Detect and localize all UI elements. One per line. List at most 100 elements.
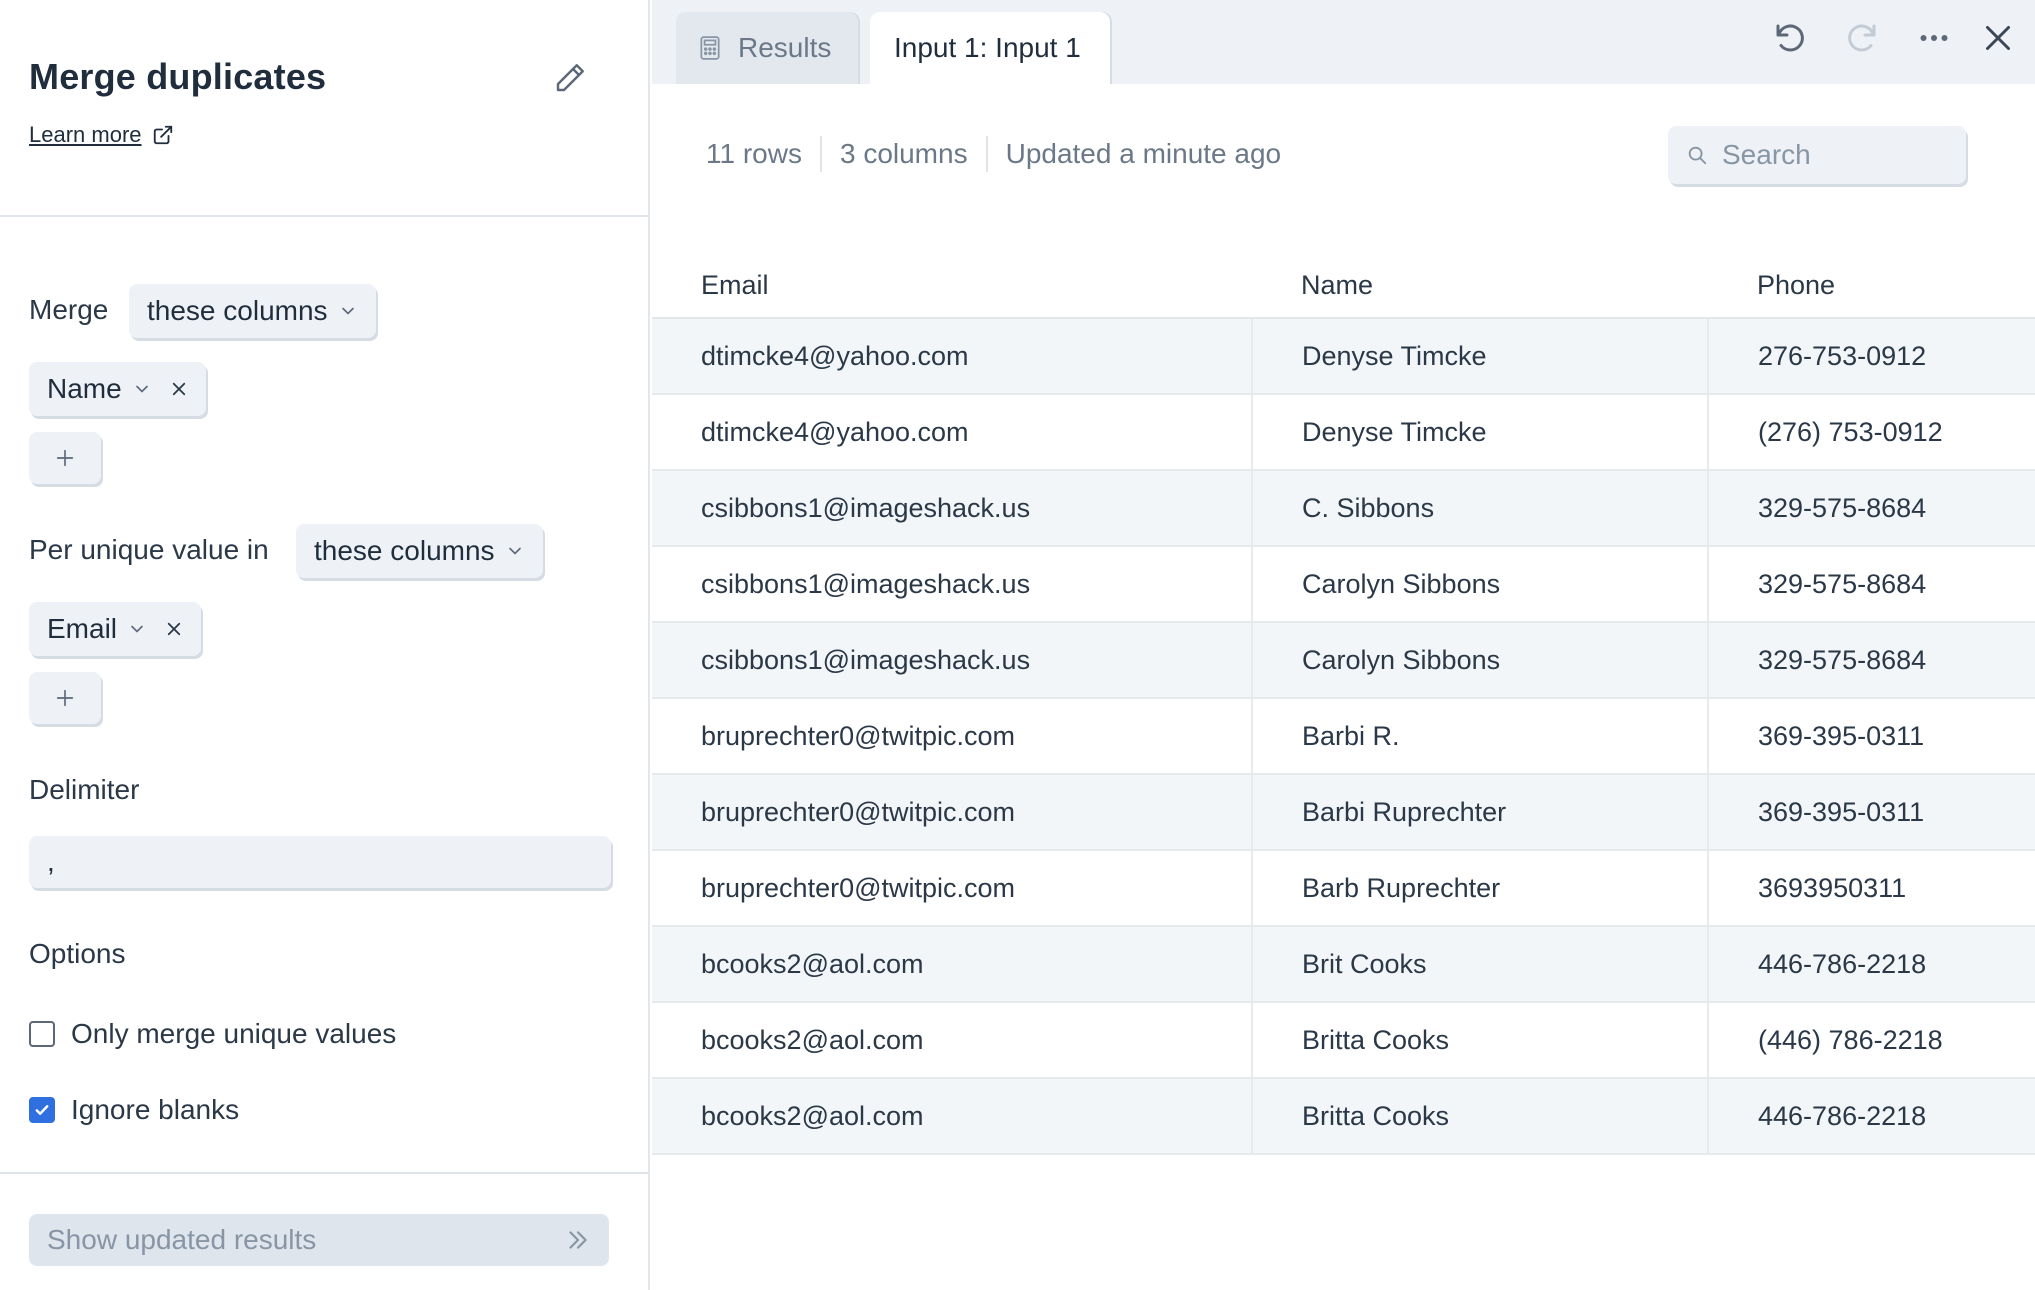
learn-more-label: Learn more: [29, 122, 142, 147]
chevron-down-icon: [135, 385, 148, 393]
per-unique-column-name: Email: [47, 613, 118, 644]
cell-name[interactable]: Britta Cooks: [1251, 1078, 1708, 1155]
option-only-merge-unique[interactable]: Only merge unique values: [29, 1018, 396, 1050]
merge-label: Merge: [29, 294, 109, 325]
delimiter-label: Delimiter: [29, 774, 140, 805]
cell-email[interactable]: dtimcke4@yahoo.com: [652, 318, 1252, 395]
per-unique-column-chip[interactable]: Email: [29, 602, 202, 656]
chevron-down-icon: [341, 307, 354, 315]
close-icon[interactable]: [1980, 20, 2016, 56]
cell-name[interactable]: Britta Cooks: [1251, 1002, 1708, 1079]
cell-phone[interactable]: 329-575-8684: [1707, 546, 2035, 623]
row-count: 11 rows: [706, 138, 802, 169]
cell-phone[interactable]: 446-786-2218: [1707, 926, 2035, 1003]
per-unique-label: Per unique value in: [29, 534, 269, 565]
cell-phone[interactable]: 446-786-2218: [1707, 1078, 2035, 1155]
cell-name[interactable]: Brit Cooks: [1251, 926, 1708, 1003]
cell-email[interactable]: csibbons1@imageshack.us: [652, 546, 1252, 623]
plus-icon: [56, 449, 74, 467]
option-label: Ignore blanks: [71, 1094, 240, 1125]
cell-phone[interactable]: 369-395-0311: [1707, 774, 2035, 851]
panel-header: Merge duplicates Learn more: [0, 0, 648, 217]
cell-name[interactable]: Denyse Timcke: [1251, 394, 1708, 471]
cell-phone[interactable]: (446) 786-2218: [1707, 1002, 2035, 1079]
cell-phone[interactable]: (276) 753-0912: [1707, 394, 2035, 471]
footer-divider: [0, 1172, 648, 1174]
tab-results[interactable]: Results: [676, 12, 858, 84]
cell-email[interactable]: bcooks2@aol.com: [652, 926, 1252, 1003]
divider: [985, 136, 988, 172]
remove-icon[interactable]: [165, 620, 183, 638]
per-unique-mode-value: these columns: [314, 535, 495, 566]
updated-time: Updated a minute ago: [1005, 138, 1282, 169]
table-row: bruprechter0@twitpic.com Barbi Ruprechte…: [652, 774, 2035, 851]
panel-title: Merge duplicates: [29, 56, 327, 97]
cell-name[interactable]: Barbi R.: [1251, 698, 1708, 775]
table-row: bruprechter0@twitpic.com Barbi R. 369-39…: [652, 698, 2035, 775]
data-view: Results Input 1: Input 1 11 rows 3 colum…: [652, 0, 2035, 1290]
cell-phone[interactable]: 3693950311: [1707, 850, 2035, 927]
learn-more-link[interactable]: Learn more: [29, 122, 174, 148]
column-header-email[interactable]: Email: [652, 254, 1252, 319]
search-input[interactable]: [1722, 139, 1962, 171]
delimiter-input[interactable]: [29, 836, 611, 888]
table-row: dtimcke4@yahoo.com Denyse Timcke (276) 7…: [652, 394, 2035, 471]
external-link-icon: [153, 125, 172, 145]
table-row: bcooks2@aol.com Britta Cooks 446-786-221…: [652, 1078, 2035, 1155]
tab-input-1[interactable]: Input 1: Input 1: [870, 12, 1110, 84]
cell-phone[interactable]: 329-575-8684: [1707, 470, 2035, 547]
per-unique-mode-dropdown[interactable]: these columns: [296, 524, 543, 578]
cell-name[interactable]: Barbi Ruprechter: [1251, 774, 1708, 851]
merge-column-name: Name: [47, 373, 122, 404]
cell-email[interactable]: bcooks2@aol.com: [652, 1002, 1252, 1079]
table-row: bcooks2@aol.com Britta Cooks (446) 786-2…: [652, 1002, 2035, 1079]
cell-email[interactable]: bruprechter0@twitpic.com: [652, 774, 1252, 851]
table-row: csibbons1@imageshack.us Carolyn Sibbons …: [652, 546, 2035, 623]
cell-phone[interactable]: 329-575-8684: [1707, 622, 2035, 699]
chevron-down-icon: [131, 625, 143, 633]
table-stats: 11 rows 3 columns Updated a minute ago: [706, 136, 1281, 172]
cell-email[interactable]: csibbons1@imageshack.us: [652, 470, 1252, 547]
config-panel: Merge duplicates Learn more Merge these …: [0, 0, 650, 1290]
undo-icon[interactable]: [1772, 20, 1808, 56]
search-icon: [1688, 146, 1707, 165]
option-ignore-blanks[interactable]: Ignore blanks: [29, 1094, 239, 1126]
chevron-down-icon: [508, 547, 521, 555]
pencil-icon[interactable]: [552, 60, 588, 96]
table-row: csibbons1@imageshack.us C. Sibbons 329-5…: [652, 470, 2035, 547]
cell-email[interactable]: bcooks2@aol.com: [652, 1078, 1252, 1155]
merge-mode-value: these columns: [147, 295, 328, 326]
table-row: bcooks2@aol.com Brit Cooks 446-786-2218: [652, 926, 2035, 1003]
table-header-row: Email Name Phone: [652, 254, 2035, 319]
show-results-label: Show updated results: [47, 1224, 317, 1255]
table-row: bruprechter0@twitpic.com Barb Ruprechter…: [652, 850, 2035, 927]
cell-email[interactable]: dtimcke4@yahoo.com: [652, 394, 1252, 471]
double-chevron-right-icon: [569, 1231, 587, 1249]
cell-email[interactable]: csibbons1@imageshack.us: [652, 622, 1252, 699]
cell-phone[interactable]: 369-395-0311: [1707, 698, 2035, 775]
show-updated-results-button[interactable]: Show updated results: [29, 1214, 609, 1266]
add-per-unique-column-button[interactable]: [29, 672, 101, 724]
remove-icon[interactable]: [170, 380, 188, 398]
merge-mode-dropdown[interactable]: these columns: [129, 284, 376, 338]
cell-name[interactable]: Denyse Timcke: [1251, 318, 1708, 395]
checkbox-unchecked[interactable]: [29, 1021, 55, 1047]
options-label: Options: [29, 938, 126, 969]
search-box[interactable]: [1668, 126, 1966, 184]
cell-name[interactable]: Carolyn Sibbons: [1251, 546, 1708, 623]
cell-email[interactable]: bruprechter0@twitpic.com: [652, 850, 1252, 927]
cell-name[interactable]: C. Sibbons: [1251, 470, 1708, 547]
column-header-name[interactable]: Name: [1252, 254, 1708, 319]
cell-email[interactable]: bruprechter0@twitpic.com: [652, 698, 1252, 775]
tab-bar: Results Input 1: Input 1: [652, 0, 2035, 84]
add-merge-column-button[interactable]: [29, 432, 101, 484]
merge-column-chip[interactable]: Name: [29, 362, 206, 416]
more-options-icon[interactable]: [1916, 20, 1952, 56]
cell-name[interactable]: Barb Ruprechter: [1251, 850, 1708, 927]
checkbox-checked[interactable]: [29, 1097, 55, 1123]
redo-icon[interactable]: [1844, 20, 1880, 56]
column-header-phone[interactable]: Phone: [1708, 254, 2035, 319]
cell-phone[interactable]: 276-753-0912: [1707, 318, 2035, 395]
cell-name[interactable]: Carolyn Sibbons: [1251, 622, 1708, 699]
tab-label: Input 1: Input 1: [894, 32, 1081, 63]
